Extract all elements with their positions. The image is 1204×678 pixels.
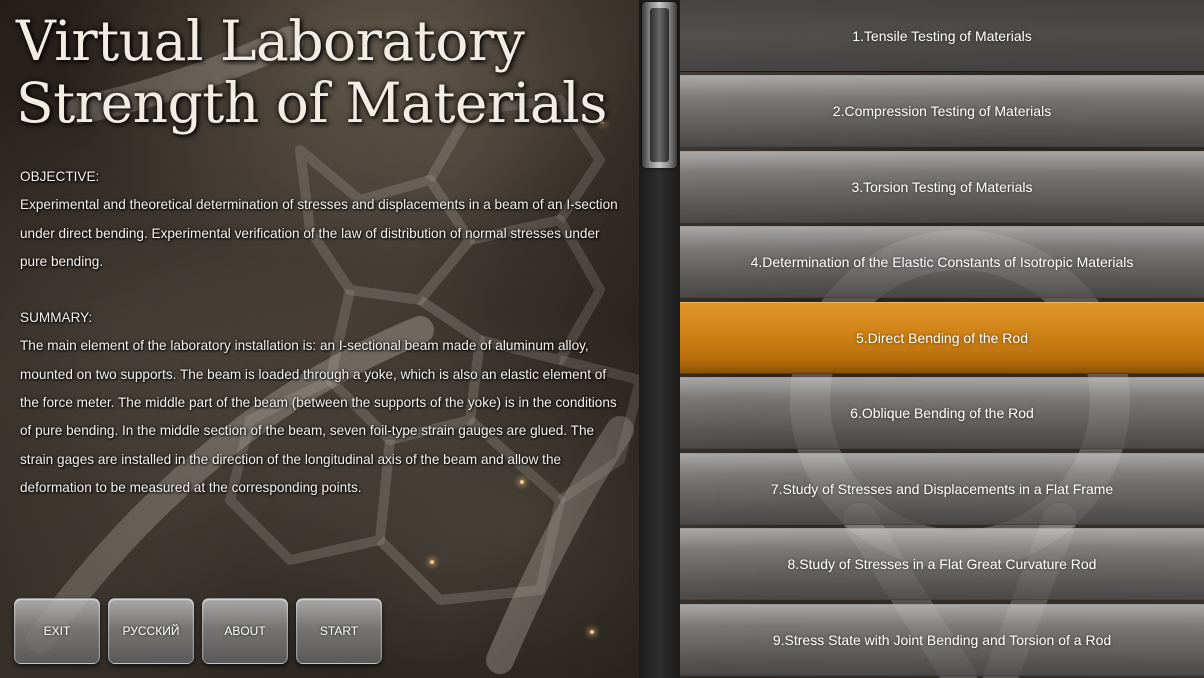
lab-description: OBJECTIVE: Experimental and theoretical … <box>20 163 624 502</box>
exit-button[interactable]: EXIT <box>14 598 100 664</box>
lab-list-item-5-selected[interactable]: 5.Direct Bending of the Rod <box>680 302 1204 374</box>
lab-list-item-3[interactable]: 3.Torsion Testing of Materials <box>680 151 1204 223</box>
lab-list-item-6[interactable]: 6.Oblique Bending of the Rod <box>680 377 1204 449</box>
lab-list: 1.Tensile Testing of Materials 2.Compres… <box>680 0 1204 678</box>
objective-heading: OBJECTIVE: <box>20 169 100 184</box>
language-button[interactable]: РУССКИЙ <box>108 598 194 664</box>
app-title: Virtual Laboratory Strength of Materials <box>16 10 636 134</box>
lab-list-scrollbar[interactable] <box>639 0 680 678</box>
about-button[interactable]: ABOUT <box>202 598 288 664</box>
app-title-line-2: Strength of Materials <box>16 71 607 135</box>
app-title-line-1: Virtual Laboratory <box>16 9 525 73</box>
start-button[interactable]: START <box>296 598 382 664</box>
lab-list-item-7[interactable]: 7.Study of Stresses and Displacements in… <box>680 453 1204 525</box>
lab-list-item-8[interactable]: 8.Study of Stresses in a Flat Great Curv… <box>680 528 1204 600</box>
lab-list-item-1[interactable]: 1.Tensile Testing of Materials <box>680 0 1204 72</box>
main-button-row: EXIT РУССКИЙ ABOUT START <box>14 598 382 664</box>
objective-text: Experimental and theoretical determinati… <box>20 197 618 269</box>
sparkle-decoration <box>590 630 594 634</box>
sparkle-decoration <box>430 560 434 564</box>
lab-list-item-9[interactable]: 9.Stress State with Joint Bending and To… <box>680 604 1204 676</box>
lab-list-item-4[interactable]: 4.Determination of the Elastic Constants… <box>680 226 1204 298</box>
summary-text: The main element of the laboratory insta… <box>20 338 617 495</box>
app-window: Virtual Laboratory Strength of Materials… <box>0 0 1204 678</box>
lab-list-item-2[interactable]: 2.Compression Testing of Materials <box>680 75 1204 147</box>
summary-heading: SUMMARY: <box>20 310 93 326</box>
scrollbar-thumb[interactable] <box>642 2 677 168</box>
